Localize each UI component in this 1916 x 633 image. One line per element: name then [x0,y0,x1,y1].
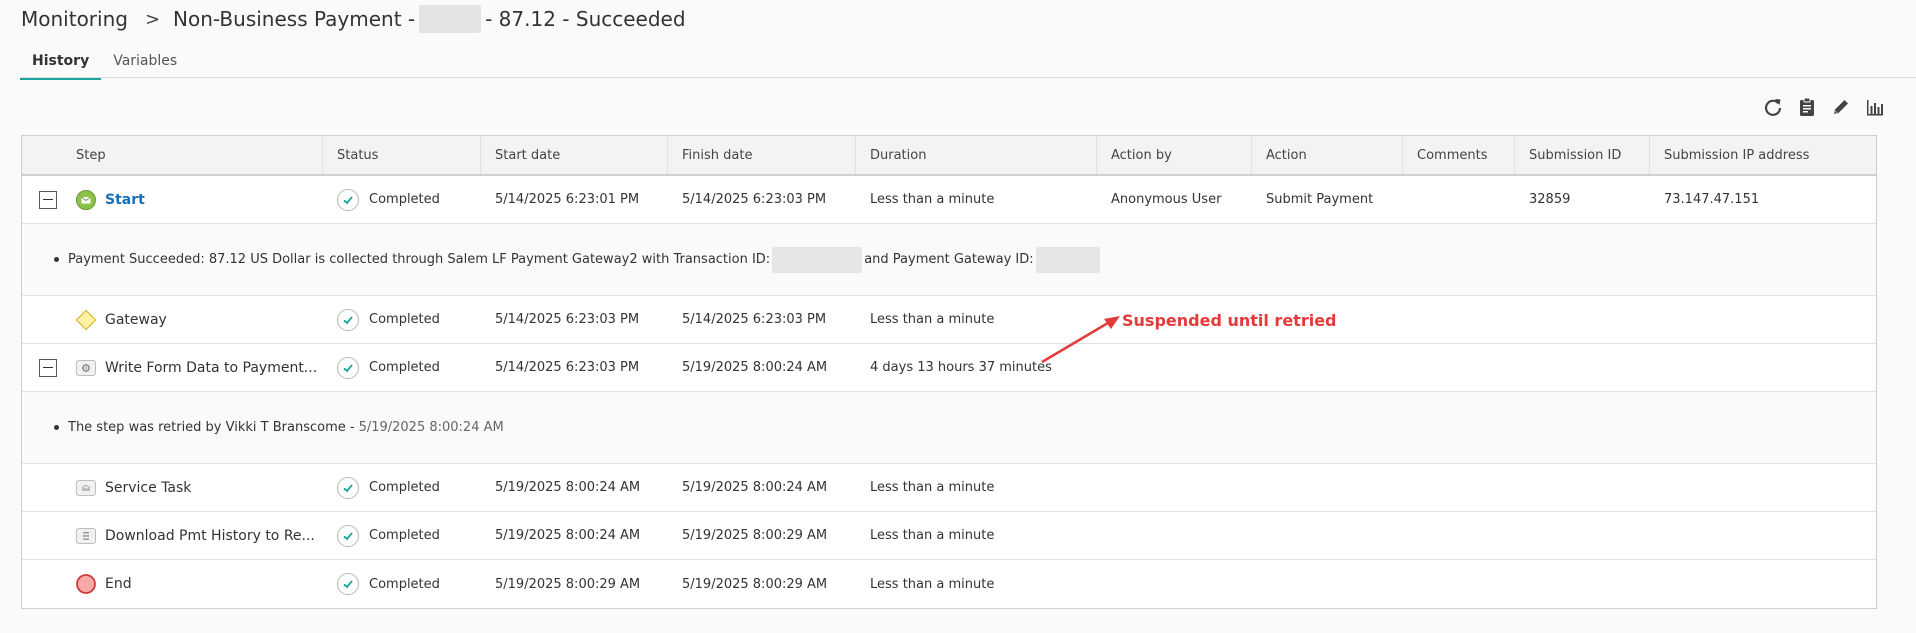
retry-detail-text: The step was retried by Vikki T Branscom… [68,420,355,435]
refresh-icon[interactable] [1762,96,1784,118]
collapse-toggle-start[interactable] [39,190,57,209]
start-date: 5/14/2025 6:23:03 PM [495,312,640,327]
table-row-service-task[interactable]: Service Task Completed 5/19/2025 8:00:24… [22,464,1876,512]
grid-header: Step Status Start date Finish date Durat… [22,136,1876,176]
toolbar [1762,96,1886,118]
column-header-submission-id[interactable]: Submission ID [1515,136,1650,174]
annotation-arrow [1041,316,1120,364]
step-name-link[interactable]: Start [105,192,145,208]
status-text: Completed [369,528,440,543]
submission-id: 32859 [1529,192,1571,207]
completed-check-icon [337,524,359,547]
status-text: Completed [369,192,440,207]
bullet [54,425,59,430]
finish-date: 5/19/2025 8:00:24 AM [682,360,828,375]
start-date: 5/14/2025 6:23:01 PM [495,192,640,207]
duration: Less than a minute [870,480,995,495]
collapse-toggle-write-form-data[interactable] [39,358,57,377]
status-text: Completed [369,312,440,327]
completed-check-icon [337,476,359,499]
start-date: 5/14/2025 6:23:03 PM [495,360,640,375]
column-header-finish-date[interactable]: Finish date [668,136,856,174]
start-date: 5/19/2025 8:00:29 AM [495,576,641,592]
gear-task-icon [75,357,97,379]
table-row-end[interactable]: End Completed 5/19/2025 8:00:29 AM 5/19/… [22,560,1876,608]
action: Submit Payment [1266,192,1374,207]
step-name: Service Task [105,479,192,496]
step-name: Write Form Data to Payment... [105,359,318,376]
breadcrumb: Monitoring > Non-Business Payment - - 87… [21,4,686,34]
column-header-action-by[interactable]: Action by [1097,136,1252,174]
column-header-action[interactable]: Action [1252,136,1403,174]
column-header-comments[interactable]: Comments [1403,136,1515,174]
table-row-write-form-data[interactable]: Write Form Data to Payment... Completed … [22,344,1876,392]
column-header-submission-ip[interactable]: Submission IP address [1650,136,1876,174]
finish-date: 5/14/2025 6:23:03 PM [682,192,827,207]
status-text: Completed [369,480,440,495]
completed-check-icon [337,188,359,211]
completed-check-icon [337,356,359,379]
tabs-divider [20,77,1916,78]
action-by: Anonymous User [1111,192,1222,207]
step-name: End [105,576,132,592]
start-date: 5/19/2025 8:00:24 AM [495,480,641,495]
finish-date: 5/14/2025 6:23:03 PM [682,312,827,327]
submission-ip: 73.147.47.151 [1664,192,1760,207]
finish-date: 5/19/2025 8:00:29 AM [682,528,828,543]
step-name: Download Pmt History to Re... [105,527,315,544]
history-grid: Step Status Start date Finish date Durat… [21,135,1877,609]
completed-check-icon [337,573,359,595]
tab-history[interactable]: History [20,50,102,80]
service-task-icon [75,477,97,499]
column-header-start-date[interactable]: Start date [481,136,668,174]
completed-check-icon [337,308,359,331]
payment-detail-middle: and Payment Gateway ID: [864,252,1034,267]
gateway-diamond-icon [75,309,97,331]
start-date: 5/19/2025 8:00:24 AM [495,528,641,543]
email-start-icon [75,189,97,211]
tab-variables[interactable]: Variables [101,50,189,80]
finish-date: 5/19/2025 8:00:24 AM [682,480,828,495]
duration: Less than a minute [870,528,995,543]
step-detail-write-form-data: The step was retried by Vikki T Branscom… [22,392,1876,464]
end-event-icon [75,573,97,595]
tab-bar: History Variables [20,50,189,80]
payment-detail-text: Payment Succeeded: 87.12 US Dollar is co… [68,252,771,267]
table-row-download-pmt-history[interactable]: Download Pmt History to Re... Completed … [22,512,1876,560]
step-name: Gateway [105,311,167,328]
comments [1403,176,1515,223]
pencil-icon[interactable] [1830,96,1852,118]
retry-detail-time: 5/19/2025 8:00:24 AM [358,420,504,435]
bullet [54,257,59,262]
redacted-name [419,5,482,33]
page-title-prefix: Non-Business Payment - [173,7,416,31]
table-row-gateway[interactable]: Gateway Completed 5/14/2025 6:23:03 PM 5… [22,296,1876,344]
bar-chart-icon[interactable] [1864,96,1886,118]
redacted-gateway-id [1035,246,1100,273]
page-title-suffix: - 87.12 - Succeeded [485,7,686,31]
annotation-label: Suspended until retried [1122,311,1337,330]
column-header-duration[interactable]: Duration [856,136,1097,174]
duration: Less than a minute [870,576,995,592]
breadcrumb-separator: > [144,8,161,30]
duration: Less than a minute [870,192,995,207]
status-text: Completed [369,576,440,592]
breadcrumb-monitoring-link[interactable]: Monitoring [21,7,128,31]
redacted-transaction-id [772,246,863,273]
step-detail-start: Payment Succeeded: 87.12 US Dollar is co… [22,224,1876,296]
clipboard-icon[interactable] [1796,96,1818,118]
table-row-start[interactable]: Start Completed 5/14/2025 6:23:01 PM 5/1… [22,176,1876,224]
column-header-step[interactable]: Step [22,136,323,174]
column-header-status[interactable]: Status [323,136,481,174]
finish-date: 5/19/2025 8:00:29 AM [682,576,828,592]
status-text: Completed [369,360,440,375]
list-task-icon [75,525,97,547]
